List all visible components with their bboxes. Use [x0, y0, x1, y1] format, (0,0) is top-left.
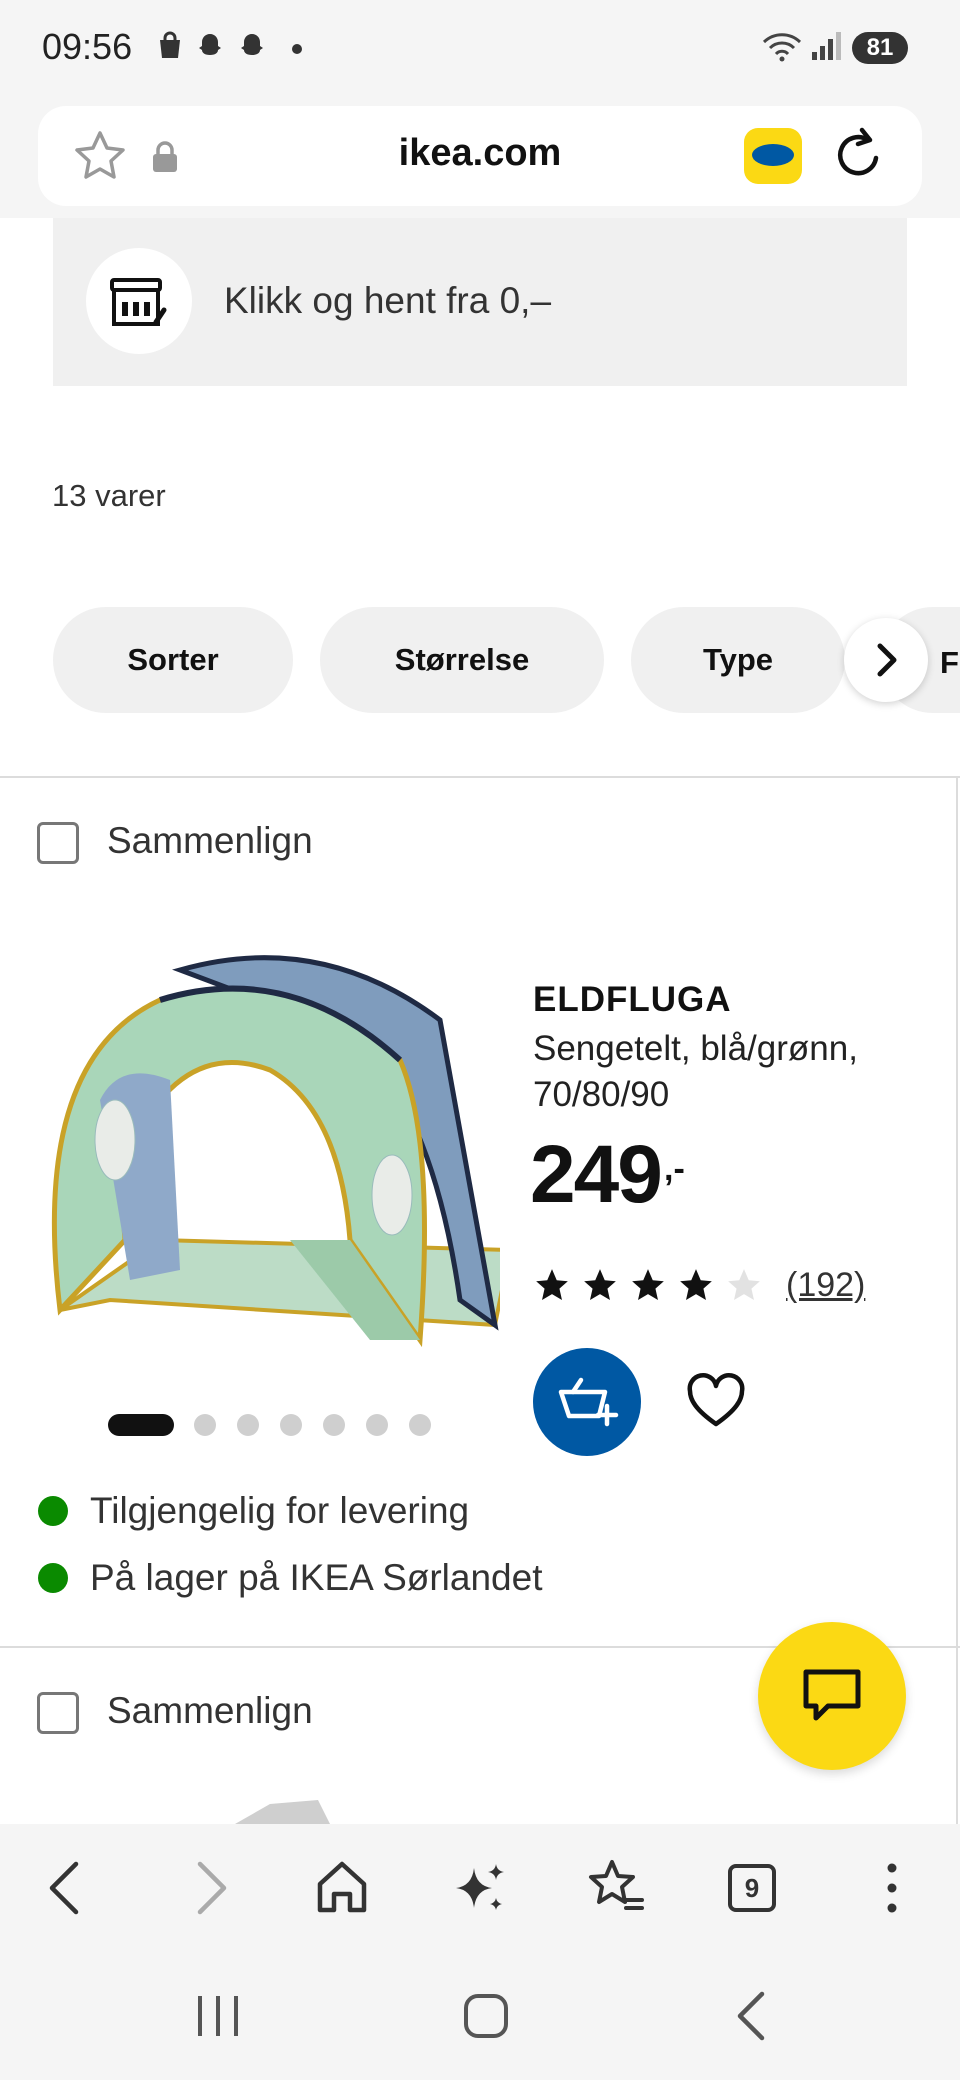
carousel-dot[interactable] [237, 1414, 259, 1436]
carousel-dot-active[interactable] [108, 1414, 174, 1436]
bookmarks-icon[interactable] [586, 1858, 646, 1918]
carousel-dot[interactable] [323, 1414, 345, 1436]
reviews-count-link[interactable]: (192) [786, 1266, 865, 1305]
rating-stars [533, 1266, 763, 1306]
star-filled-icon [536, 1269, 568, 1301]
carousel-dot[interactable] [409, 1414, 431, 1436]
favourite-heart-icon[interactable] [686, 1372, 746, 1432]
filter-sort-button[interactable]: Sorter [53, 607, 293, 713]
snapchat-icon [241, 34, 263, 55]
product-name[interactable]: ELDFLUGA [533, 980, 732, 1020]
add-to-cart-icon [558, 1377, 619, 1427]
section-divider [0, 776, 960, 778]
filter-scroll-right-button[interactable] [844, 618, 928, 702]
ikea-logo-icon[interactable] [744, 128, 802, 184]
pickup-text: Klikk og hent fra 0,– [224, 280, 552, 321]
back-icon[interactable] [38, 1858, 98, 1918]
bookmark-star-icon[interactable] [72, 128, 128, 184]
price-suffix: ,- [664, 1150, 685, 1188]
system-back-icon[interactable] [724, 1986, 784, 2046]
next-product-image[interactable] [230, 1800, 330, 1824]
product-description[interactable]: Sengetelt, blå/grønn, 70/80/90 [533, 1026, 923, 1118]
carousel-dot[interactable] [280, 1414, 302, 1436]
battery-indicator: 81 [852, 32, 908, 64]
shopping-bag-icon [160, 31, 180, 58]
star-filled-icon [680, 1269, 712, 1301]
carousel-dot[interactable] [366, 1414, 388, 1436]
filter-size-button[interactable]: Størrelse [320, 607, 604, 713]
chat-button[interactable] [758, 1622, 906, 1770]
star-filled-icon [584, 1269, 616, 1301]
filter-more-label: F [940, 645, 959, 680]
compare-label: Sammenlign [107, 820, 313, 861]
chevron-right-icon [877, 643, 897, 677]
add-to-cart-button[interactable] [533, 1348, 641, 1456]
product-image[interactable] [40, 940, 500, 1360]
reload-icon[interactable] [832, 124, 888, 184]
chat-icon [803, 1669, 861, 1721]
filter-type-button[interactable]: Type [631, 607, 845, 713]
star-empty-icon [728, 1269, 760, 1301]
sparkle-ai-icon[interactable] [450, 1858, 510, 1918]
lock-icon [153, 141, 177, 172]
compare-checkbox[interactable] [37, 822, 79, 864]
carousel-dot[interactable] [194, 1414, 216, 1436]
compare-checkbox[interactable] [37, 1692, 79, 1734]
results-count: 13 varer [52, 478, 166, 513]
home-icon[interactable] [312, 1858, 372, 1918]
store-icon [110, 278, 167, 326]
tabs-button[interactable]: 9 [728, 1864, 776, 1912]
product-price: 249 [530, 1129, 663, 1220]
more-notifications-dot [292, 44, 302, 54]
compare-label: Sammenlign [107, 1690, 313, 1731]
signal-icon [812, 32, 841, 60]
snapchat-icon [199, 34, 221, 55]
more-menu-icon[interactable] [862, 1858, 922, 1918]
card-border [956, 778, 958, 1824]
wifi-icon [762, 33, 802, 62]
url-text[interactable]: ikea.com [300, 132, 660, 175]
recent-apps-icon[interactable] [188, 1986, 248, 2046]
home-button-icon[interactable] [456, 1986, 516, 2046]
availability-delivery-text: Tilgjengelig for levering [90, 1490, 470, 1531]
forward-icon[interactable] [178, 1858, 238, 1918]
availability-delivery-dot [38, 1496, 68, 1526]
availability-store-dot [38, 1563, 68, 1593]
star-filled-icon [632, 1269, 664, 1301]
availability-store-text: På lager på IKEA Sørlandet [90, 1557, 543, 1598]
status-time: 09:56 [42, 26, 133, 67]
